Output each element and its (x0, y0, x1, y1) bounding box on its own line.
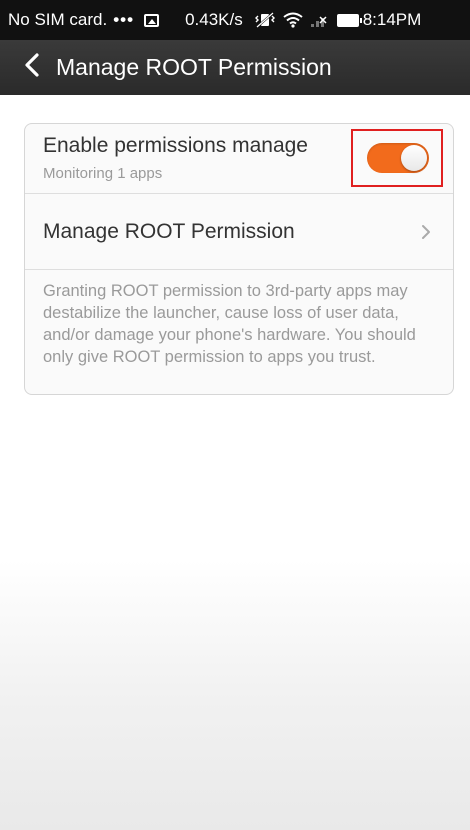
wifi-icon (283, 12, 303, 28)
vibrate-icon (254, 12, 275, 28)
title-bar: Manage ROOT Permission (0, 40, 470, 95)
enable-permissions-title: Enable permissions manage (43, 134, 308, 157)
manage-root-title: Manage ROOT Permission (43, 220, 295, 243)
clock: 8:14PM (362, 10, 422, 29)
enable-permissions-row[interactable]: Enable permissions manage Monitoring 1 a… (25, 124, 453, 194)
network-speed: 0.43K/s (185, 10, 243, 29)
battery-icon (336, 13, 362, 27)
monitoring-count: Monitoring 1 apps (43, 165, 163, 182)
signal-icon (309, 12, 331, 28)
image-notification-icon (144, 13, 160, 27)
carrier-text: No SIM card. (8, 10, 108, 29)
status-left: No SIM card. ••• (8, 10, 160, 30)
enable-permissions-toggle[interactable] (367, 143, 429, 173)
page-title: Manage ROOT Permission (56, 54, 332, 80)
status-bar: No SIM card. ••• 0.43K/s 8:14PM (0, 0, 470, 40)
chevron-left-icon (24, 53, 40, 82)
overflow-dots: ••• (113, 10, 135, 29)
toggle-knob (401, 145, 427, 171)
manage-root-row[interactable]: Manage ROOT Permission (25, 194, 453, 270)
settings-card: Enable permissions manage Monitoring 1 a… (24, 123, 454, 395)
chevron-right-icon (421, 224, 431, 245)
root-warning-text: Granting ROOT permission to 3rd-party ap… (43, 282, 416, 366)
back-button[interactable] (8, 40, 56, 95)
status-icons (254, 12, 362, 28)
